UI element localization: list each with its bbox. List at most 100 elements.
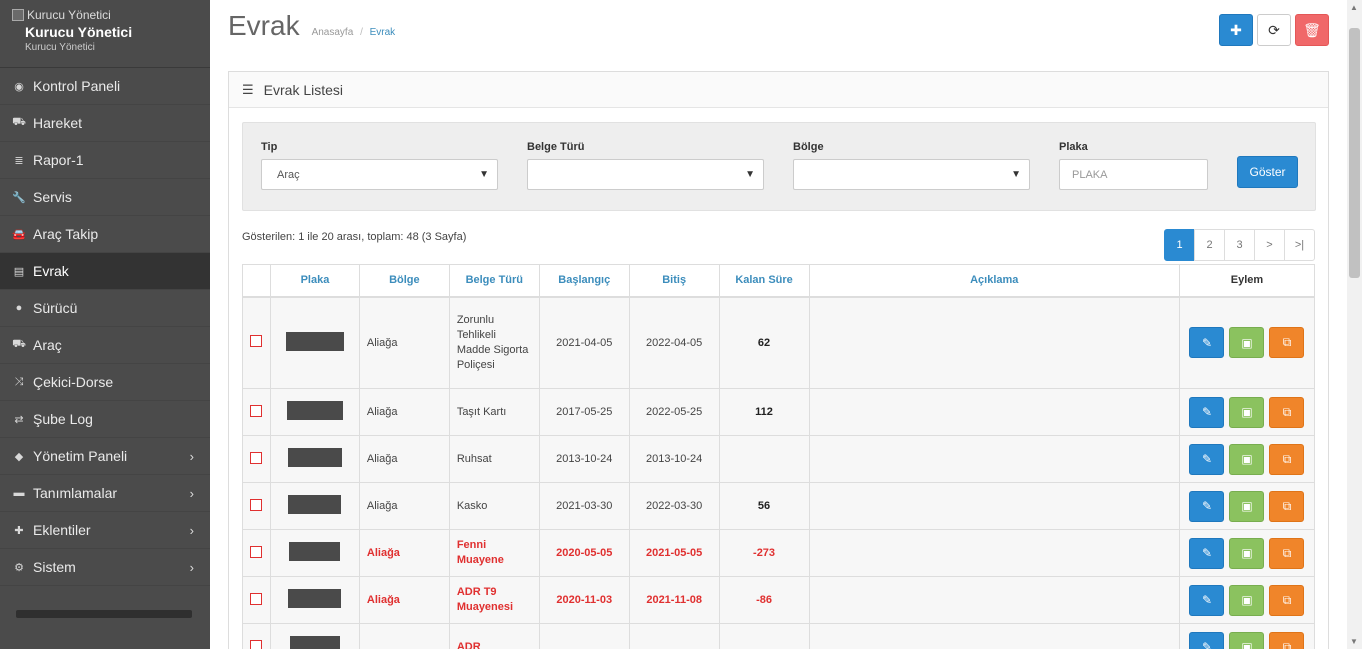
plate-cell [269,623,360,649]
image-button[interactable]: ▣ [1229,490,1265,522]
row-checkbox[interactable] [250,545,263,558]
copy-button[interactable]: ⧉ [1269,537,1305,569]
sidebar-item-3[interactable]: 🔧 Servis [0,179,210,216]
plate-input-placeholder: PLAKA [1072,168,1108,181]
plate-input[interactable]: PLAKA [1059,159,1208,190]
sidebar-item-1[interactable]: ⛟ Hareket [0,105,210,142]
description-cell [808,482,1180,530]
column-header[interactable]: Bölge [358,264,450,298]
broken-image-icon [12,9,24,21]
scroll-down-arrow-icon[interactable]: ▼ [1350,637,1358,646]
description-cell [808,623,1180,649]
row-checkbox[interactable] [250,335,263,348]
copy-button[interactable]: ⧉ [1269,396,1305,428]
end-date-cell: 2022-04-05 [628,296,720,389]
sidebar-item-11[interactable]: ▬ Tanımlamalar › [0,475,210,512]
edit-button[interactable]: ✎ [1189,443,1225,475]
plus-icon: ✚ [1230,21,1242,38]
row-checkbox[interactable] [250,404,263,417]
edit-button[interactable]: ✎ [1189,584,1225,616]
edit-button[interactable]: ✎ [1189,396,1225,428]
column-header[interactable]: Plaka [269,264,360,298]
logo: Kurucu Yönetici [12,8,198,22]
list-icon: ☰ [242,81,254,97]
chevron-right-icon: › [189,522,194,538]
delete-button[interactable]: 🗑 [1295,14,1329,46]
column-header[interactable]: Açıklama [808,264,1180,298]
copy-button[interactable]: ⧉ [1269,443,1305,475]
actions-cell: ✎ ▣ ⧉ [1178,482,1316,530]
region-select[interactable]: ▼ [793,159,1030,190]
column-header [242,264,271,298]
doc-type-select[interactable]: ▼ [527,159,764,190]
page-scrollbar[interactable]: ▲ ▼ [1347,0,1362,649]
column-header[interactable]: Belge Türü [448,264,540,298]
refresh-button[interactable]: ⟳ [1257,14,1291,46]
row-checkbox[interactable] [250,639,263,649]
random-icon: ⤨ [14,375,24,388]
column-header[interactable]: Kalan Süre [718,264,810,298]
type-select-value: Araç [277,168,300,181]
scroll-up-arrow-icon[interactable]: ▲ [1350,3,1358,12]
image-button[interactable]: ▣ [1229,396,1265,428]
plate-cell [269,388,360,436]
edit-button[interactable]: ✎ [1189,490,1225,522]
image-button[interactable]: ▣ [1229,631,1265,649]
logo-alt-text: Kurucu Yönetici [27,8,111,22]
row-checkbox[interactable] [250,451,263,464]
column-header[interactable]: Başlangıç [538,264,630,298]
sidebar-item-2[interactable]: ≣ Rapor-1 [0,142,210,179]
sidebar-item-label: Şube Log [33,411,93,427]
page-link[interactable]: > [1254,229,1285,261]
checkbox-cell [242,576,271,624]
sidebar: Kurucu Yönetici Kurucu Yönetici Kurucu Y… [0,0,210,649]
sidebar-item-5[interactable]: ▤ Evrak [0,253,210,290]
copy-button[interactable]: ⧉ [1269,327,1305,359]
sidebar-item-12[interactable]: ✚ Eklentiler › [0,512,210,549]
user-name: Kurucu Yönetici [25,24,133,40]
row-actions: ✎ ▣ ⧉ [1180,490,1314,522]
row-actions: ✎ ▣ ⧉ [1180,443,1314,475]
sidebar-item-6[interactable]: ● Sürücü [0,290,210,327]
sidebar-item-0[interactable]: ◉ Kontrol Paneli [0,68,210,105]
row-checkbox[interactable] [250,592,263,605]
show-button[interactable]: Göster [1237,156,1298,188]
main-content: Evrak Anasayfa / Evrak ✚ ⟳ 🗑 ☰ Evrak Lis… [210,0,1347,649]
edit-button[interactable]: ✎ [1189,537,1225,569]
profile-block: Kurucu Yönetici Kurucu Yönetici Kurucu Y… [0,0,210,68]
breadcrumb-home[interactable]: Anasayfa [312,27,354,38]
page-link[interactable]: 2 [1194,229,1225,261]
sidebar-item-10[interactable]: ◆ Yönetim Paneli › [0,438,210,475]
scrollbar-thumb[interactable] [1349,28,1360,278]
sidebar-menu: ◉ Kontrol Paneli ⛟ Hareket ≣ Rapor-1 🔧 Servis 🚘 A… [0,68,210,586]
edit-button[interactable]: ✎ [1189,327,1225,359]
filter-doc-type-label: Belge Türü [527,141,585,153]
page-link[interactable]: 1 [1164,229,1195,261]
pagination: 1 2 3 > >| [1164,229,1315,261]
page-link[interactable]: >| [1284,229,1315,261]
edit-button[interactable]: ✎ [1189,631,1225,649]
add-button[interactable]: ✚ [1219,14,1253,46]
column-header[interactable]: Bitiş [628,264,720,298]
doc-type-cell: Fenni Muayene [448,529,540,577]
sidebar-item-8[interactable]: ⤨ Çekici-Dorse [0,364,210,401]
copy-button[interactable]: ⧉ [1269,490,1305,522]
sidebar-item-4[interactable]: 🚘 Araç Takip [0,216,210,253]
end-date-cell [628,623,720,649]
copy-button[interactable]: ⧉ [1269,584,1305,616]
sidebar-item-7[interactable]: ⛟ Araç [0,327,210,364]
image-button[interactable]: ▣ [1229,443,1265,475]
copy-button[interactable]: ⧉ [1269,631,1305,649]
sidebar-item-9[interactable]: ⇄ Şube Log [0,401,210,438]
sidebar-item-13[interactable]: ⚙ Sistem › [0,549,210,586]
sidebar-scrollbar[interactable] [16,610,192,618]
chevron-right-icon: › [189,485,194,501]
page-link[interactable]: 3 [1224,229,1255,261]
type-select[interactable]: Araç ▼ [261,159,498,190]
checkbox-cell [242,296,271,389]
image-button[interactable]: ▣ [1229,327,1265,359]
row-checkbox[interactable] [250,498,263,511]
sidebar-item-label: Kontrol Paneli [33,78,121,94]
image-button[interactable]: ▣ [1229,537,1265,569]
image-button[interactable]: ▣ [1229,584,1265,616]
